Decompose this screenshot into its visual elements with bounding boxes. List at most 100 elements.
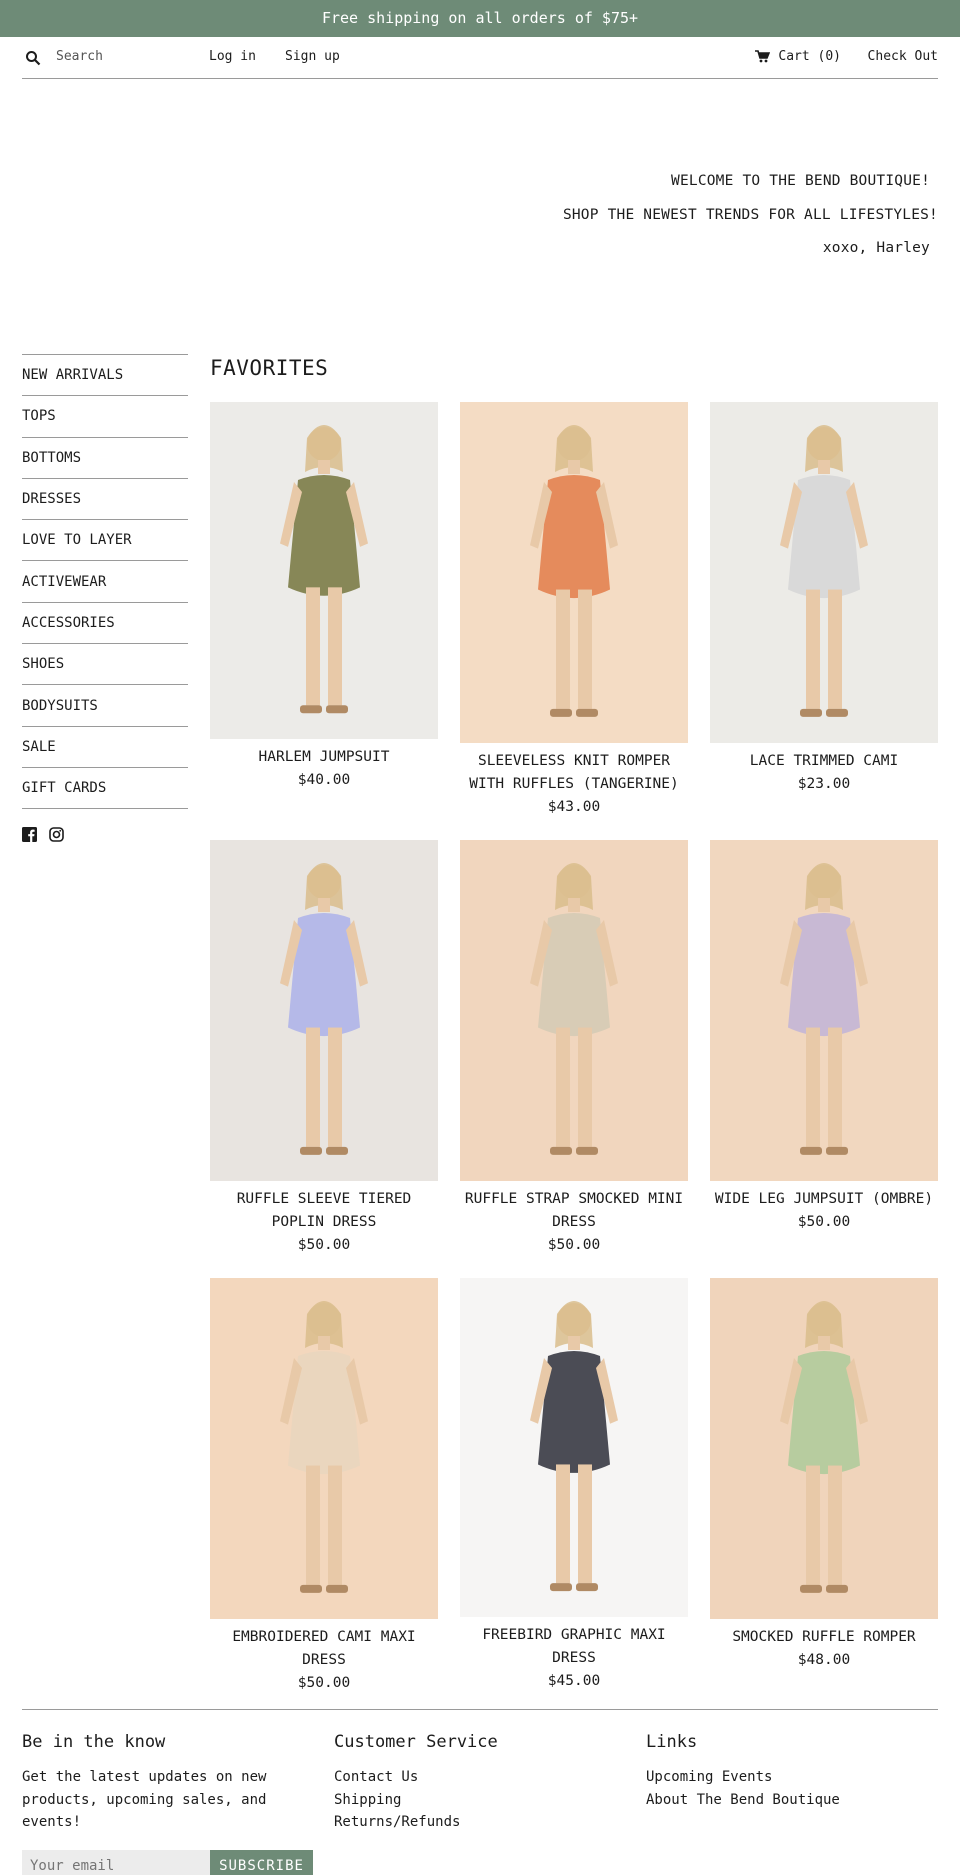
facebook-icon[interactable] — [22, 827, 37, 843]
product-image[interactable] — [210, 1278, 438, 1619]
product-image[interactable] — [460, 402, 688, 743]
product-image[interactable] — [210, 840, 438, 1181]
sidebar-item-label[interactable]: SHOES — [22, 656, 64, 672]
sidebar-item-label[interactable]: BOTTOMS — [22, 450, 81, 466]
sidebar-item-accessories[interactable]: ACCESSORIES — [22, 603, 188, 645]
product-card[interactable]: RUFFLE SLEEVE TIERED POPLIN DRESS $50.00 — [210, 840, 438, 1257]
model-photo — [280, 863, 368, 1155]
sidebar-item-label[interactable]: ACCESSORIES — [22, 615, 115, 631]
subscribe-button[interactable]: SUBSCRIBE — [210, 1850, 313, 1875]
sidebar-item-love-to-layer[interactable]: LOVE TO LAYER — [22, 520, 188, 562]
product-name[interactable]: SMOCKED RUFFLE ROMPER — [710, 1626, 938, 1649]
product-card[interactable]: WIDE LEG JUMPSUIT (OMBRE) $50.00 — [710, 840, 938, 1234]
sidebar-item-label[interactable]: SALE — [22, 739, 56, 755]
product-name[interactable]: SLEEVELESS KNIT ROMPER WITH RUFFLES (TAN… — [460, 750, 688, 796]
product-name[interactable]: FREEBIRD GRAPHIC MAXI DRESS — [460, 1624, 688, 1670]
footer-link-shipping[interactable]: Shipping — [334, 1789, 498, 1812]
product-price: $43.00 — [547, 799, 601, 815]
product-price: $48.00 — [797, 1652, 851, 1668]
newsletter-text: Get the latest updates on new products, … — [22, 1769, 267, 1830]
product-price: $23.00 — [797, 776, 851, 792]
sidebar-item-shoes[interactable]: SHOES — [22, 644, 188, 686]
product-price: $50.00 — [797, 1214, 851, 1230]
sidebar-item-label[interactable]: NEW ARRIVALS — [22, 367, 123, 383]
sidebar-item-label[interactable]: BODYSUITS — [22, 698, 98, 714]
sidebar-item-label[interactable]: DRESSES — [22, 491, 81, 507]
sidebar-item-label[interactable]: TOPS — [22, 408, 56, 424]
product-price: $50.00 — [297, 1237, 351, 1253]
sidebar-item-sale[interactable]: SALE — [22, 727, 188, 768]
product-name[interactable]: RUFFLE STRAP SMOCKED MINI DRESS — [460, 1188, 688, 1234]
sidebar-item-bodysuits[interactable]: BODYSUITS — [22, 685, 188, 727]
product-image[interactable] — [210, 402, 438, 739]
sidebar-item-tops[interactable]: TOPS — [22, 396, 188, 438]
newsletter-column: Be in the know Get the latest updates on… — [22, 1732, 302, 1834]
sidebar-item-label[interactable]: GIFT CARDS — [22, 780, 106, 796]
instagram-icon[interactable] — [49, 827, 64, 843]
model-photo — [530, 1301, 618, 1592]
sidebar-item-label[interactable]: ACTIVEWEAR — [22, 574, 106, 590]
product-card[interactable]: FREEBIRD GRAPHIC MAXI DRESS $45.00 — [460, 1278, 688, 1693]
welcome-banner: WELCOME TO THE BEND BOUTIQUE! SHOP THE N… — [0, 79, 960, 354]
customer-service-title: Customer Service — [334, 1732, 498, 1752]
product-image[interactable] — [460, 840, 688, 1181]
sidebar-item-new-arrivals[interactable]: NEW ARRIVALS — [22, 355, 188, 397]
product-card[interactable]: EMBROIDERED CAMI MAXI DRESS $50.00 — [210, 1278, 438, 1695]
cart-link[interactable]: Cart (0) — [755, 49, 841, 64]
site-footer: Be in the know Get the latest updates on… — [22, 1709, 938, 1875]
product-price: $45.00 — [547, 1673, 601, 1689]
customer-service-column: Customer Service Contact Us Shipping Ret… — [334, 1732, 498, 1834]
cart-icon — [755, 50, 771, 63]
search-icon[interactable] — [25, 50, 41, 66]
product-name[interactable]: LACE TRIMMED CAMI — [710, 750, 938, 773]
product-image[interactable] — [710, 1278, 938, 1619]
links-title: Links — [646, 1732, 698, 1752]
product-card[interactable]: SMOCKED RUFFLE ROMPER $48.00 — [710, 1278, 938, 1672]
product-image[interactable] — [460, 1278, 688, 1617]
checkout-link[interactable]: Check Out — [868, 49, 938, 64]
model-photo — [530, 863, 618, 1155]
footer-link-contact[interactable]: Contact Us — [334, 1766, 498, 1789]
footer-link-returns[interactable]: Returns/Refunds — [334, 1811, 498, 1834]
model-photo — [780, 1301, 868, 1593]
footer-link-events[interactable]: Upcoming Events — [646, 1766, 840, 1789]
newsletter-form: SUBSCRIBE — [22, 1850, 313, 1875]
product-price: $40.00 — [297, 772, 351, 788]
product-name[interactable]: EMBROIDERED CAMI MAXI DRESS — [210, 1626, 438, 1672]
social-links — [22, 827, 188, 843]
links-column: Links Upcoming Events About The Bend Bou… — [646, 1732, 840, 1811]
model-photo — [780, 425, 868, 717]
signup-link[interactable]: Sign up — [285, 49, 340, 64]
sidebar-item-dresses[interactable]: DRESSES — [22, 479, 188, 521]
email-field[interactable] — [22, 1850, 210, 1875]
model-photo — [530, 425, 618, 717]
sidebar-item-bottoms[interactable]: BOTTOMS — [22, 438, 188, 479]
product-price: $50.00 — [297, 1675, 351, 1691]
product-card[interactable]: HARLEM JUMPSUIT $40.00 — [210, 402, 438, 792]
sidebar-item-gift-cards[interactable]: GIFT CARDS — [22, 768, 188, 810]
model-photo — [780, 863, 868, 1155]
product-name[interactable]: WIDE LEG JUMPSUIT (OMBRE) — [710, 1188, 938, 1211]
tagline: SHOP THE NEWEST TRENDS FOR ALL LIFESTYLE… — [562, 207, 938, 223]
product-card[interactable]: RUFFLE STRAP SMOCKED MINI DRESS $50.00 — [460, 840, 688, 1257]
product-price: $50.00 — [547, 1237, 601, 1253]
sidebar-item-label[interactable]: LOVE TO LAYER — [22, 532, 132, 548]
product-name[interactable]: RUFFLE SLEEVE TIERED POPLIN DRESS — [210, 1188, 438, 1234]
sidebar-nav: NEW ARRIVALS TOPS BOTTOMS DRESSES LOVE TO LA… — [22, 354, 188, 843]
announcement-bar: Free shipping on all orders of $75+ — [0, 0, 960, 37]
product-image[interactable] — [710, 840, 938, 1181]
welcome-line: WELCOME TO THE BEND BOUTIQUE! — [671, 173, 930, 189]
footer-link-about[interactable]: About The Bend Boutique — [646, 1789, 840, 1812]
header-bar: Log in Sign up Cart (0) Check Out — [22, 37, 938, 79]
newsletter-title: Be in the know — [22, 1732, 166, 1752]
product-card[interactable]: SLEEVELESS KNIT ROMPER WITH RUFFLES (TAN… — [460, 402, 688, 819]
main-area: NEW ARRIVALS TOPS BOTTOMS DRESSES LOVE TO LA… — [0, 354, 960, 1709]
product-card[interactable]: LACE TRIMMED CAMI $23.00 — [710, 402, 938, 796]
model-photo — [280, 425, 368, 714]
product-image[interactable] — [710, 402, 938, 743]
product-name[interactable]: HARLEM JUMPSUIT — [210, 746, 438, 769]
cart-label: Cart (0) — [778, 49, 841, 64]
search-input[interactable] — [56, 43, 206, 69]
sidebar-item-activewear[interactable]: ACTIVEWEAR — [22, 561, 188, 603]
login-link[interactable]: Log in — [209, 49, 256, 64]
